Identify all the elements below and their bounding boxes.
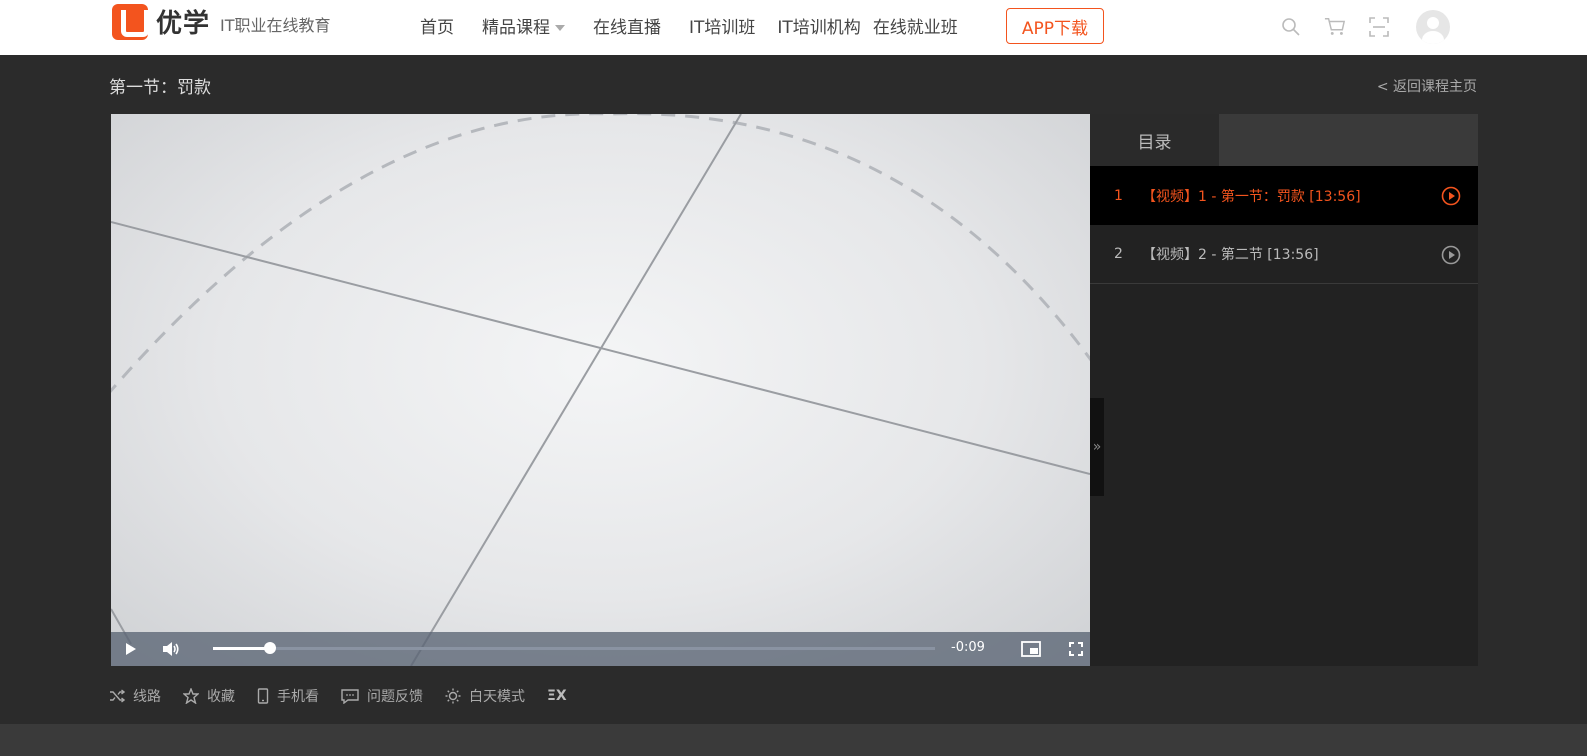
playback-extra-button[interactable]: ΞX xyxy=(547,688,567,704)
nav-employment-class[interactable]: 在线就业班 xyxy=(873,13,958,38)
nav-courses[interactable]: 精品课程 xyxy=(482,13,565,38)
video-frame xyxy=(111,114,1090,666)
nav-training-institution[interactable]: IT培训机构 xyxy=(777,13,860,38)
playlist-item-2[interactable]: 2 【视频】2 - 第二节 [13:56] xyxy=(1090,225,1478,284)
play-circle-icon[interactable] xyxy=(1441,186,1461,206)
feedback-label: 问题反馈 xyxy=(367,689,423,705)
volume-button[interactable] xyxy=(151,632,191,666)
cart-icon[interactable] xyxy=(1324,16,1346,38)
day-mode-button[interactable]: 白天模式 xyxy=(445,686,525,706)
app-download-button[interactable]: APP下载 xyxy=(1006,8,1104,44)
shuffle-icon xyxy=(110,689,125,703)
progress-bar[interactable] xyxy=(213,642,935,654)
top-navbar: 优学 IT职业在线教育 首页 精品课程 在线直播 IT培训班 IT培训机构 在线… xyxy=(0,0,1587,55)
day-mode-label: 白天模式 xyxy=(469,689,525,705)
tab-catalog[interactable]: 目录 xyxy=(1090,114,1219,166)
favorite-label: 收藏 xyxy=(207,689,235,705)
logo[interactable]: 优学 IT职业在线教育 xyxy=(112,3,331,40)
message-icon xyxy=(341,688,359,704)
picture-in-picture-button[interactable] xyxy=(1011,632,1051,666)
scan-icon[interactable] xyxy=(1368,16,1390,38)
nav-training-class[interactable]: IT培训班 xyxy=(689,13,755,38)
playlist-item-1[interactable]: 1 【视频】1 - 第一节：罚款 [13:56] xyxy=(1090,166,1478,225)
player-toolbar: 线路 收藏 手机看 问题反馈 白天模式 ΞX xyxy=(109,685,567,707)
progress-handle[interactable] xyxy=(264,642,277,654)
time-remaining: -0:09 xyxy=(951,640,985,655)
avatar[interactable] xyxy=(1416,10,1450,44)
feedback-button[interactable]: 问题反馈 xyxy=(341,686,423,706)
search-icon[interactable] xyxy=(1280,16,1302,38)
favorite-button[interactable]: 收藏 xyxy=(183,686,235,706)
back-to-course-link[interactable]: < 返回课程主页 xyxy=(1377,76,1477,96)
play-circle-icon[interactable] xyxy=(1441,245,1461,265)
fullscreen-button[interactable] xyxy=(1056,632,1090,666)
route-button[interactable]: 线路 xyxy=(109,686,161,706)
nav-live[interactable]: 在线直播 xyxy=(593,13,661,38)
playlist-item-title: 【视频】1 - 第一节：罚款 [13:56] xyxy=(1142,188,1361,205)
player-controls: -0:09 xyxy=(111,632,1090,666)
progress-fill xyxy=(213,647,271,650)
fullscreen-icon xyxy=(1069,642,1083,656)
play-button[interactable] xyxy=(111,632,151,666)
sun-icon xyxy=(445,688,461,704)
mobile-watch-button[interactable]: 手机看 xyxy=(257,686,319,706)
playlist-item-number: 1 xyxy=(1114,187,1123,204)
logo-icon xyxy=(112,3,149,40)
nav-courses-label: 精品课程 xyxy=(482,17,550,38)
nav-home[interactable]: 首页 xyxy=(420,13,454,38)
lesson-title: 第一节：罚款 xyxy=(109,78,211,98)
picture-in-picture-icon xyxy=(1021,641,1041,657)
logo-name: 优学 xyxy=(156,9,211,39)
playlist-item-title: 【视频】2 - 第二节 [13:56] xyxy=(1142,247,1319,263)
footer-band xyxy=(0,724,1587,756)
collapse-panel-toggle[interactable]: » xyxy=(1090,398,1104,496)
playlist-panel: 目录 1 【视频】1 - 第一节：罚款 [13:56] 2 【视频】2 - 第二… xyxy=(1090,114,1478,666)
mobile-watch-label: 手机看 xyxy=(277,689,319,705)
chevron-down-icon xyxy=(555,24,565,31)
video-player[interactable]: -0:09 xyxy=(111,114,1090,666)
logo-subtitle: IT职业在线教育 xyxy=(220,15,331,35)
main-nav: 首页 精品课程 在线直播 IT培训班 IT培训机构 在线就业班 xyxy=(420,0,970,50)
route-label: 线路 xyxy=(133,689,161,705)
playlist-header: 目录 xyxy=(1090,114,1478,166)
header-icons xyxy=(1280,10,1450,44)
volume-icon xyxy=(163,642,179,656)
playlist-item-number: 2 xyxy=(1114,246,1123,262)
phone-icon xyxy=(257,688,269,704)
play-icon xyxy=(126,643,136,655)
star-icon xyxy=(183,688,199,704)
